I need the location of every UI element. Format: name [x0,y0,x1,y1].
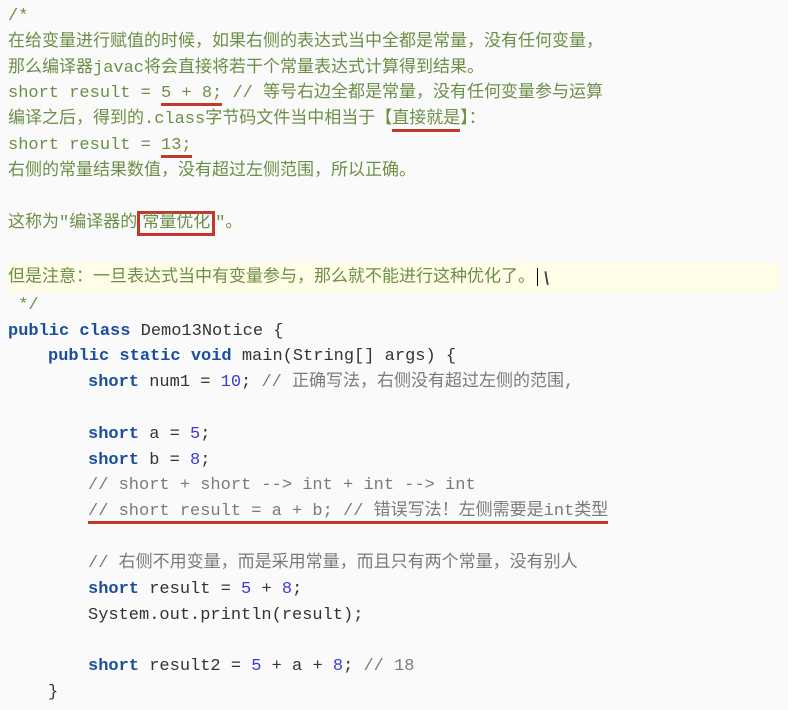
comment-line: 这称为"编译器的常量优化"。 [8,211,780,237]
comment-const-only: // 右侧不用变量，而是采用常量，而且只有两个常量，没有别人 [8,551,780,577]
result2-decl: short result2 = 5 + a + 8; // 18 [8,654,780,680]
underline-error-line: // short result = a + b; // 错误写法！左侧需要是in… [88,502,608,524]
blank-line [8,525,780,551]
mouse-cursor-icon: I [541,264,552,295]
blank-line [8,396,780,422]
comment-error: // short result = a + b; // 错误写法！左侧需要是in… [8,499,780,525]
underline-expr: 5 + 8; [161,84,222,106]
box-constant-opt: 常量优化 [137,211,215,236]
comment-close: */ [8,293,780,319]
close-brace: } [8,680,780,706]
comment-open: /* [8,4,780,30]
comment-line: short result = 5 + 8; // 等号右边全都是常量，没有任何变… [8,81,780,107]
comment-cast: // short + short --> int + int --> int [8,473,780,499]
b-decl: short b = 8; [8,448,780,474]
println: System.out.println(result); [8,603,780,629]
comment-highlight-line[interactable]: 但是注意：一旦表达式当中有变量参与，那么就不能进行这种优化了。I [8,262,780,292]
blank-line [8,185,780,211]
comment-line: 那么编译器javac将会直接将若干个常量表达式计算得到结果。 [8,56,780,82]
text-cursor [537,268,538,286]
result-decl: short result = 5 + 8; [8,577,780,603]
comment-line: 编译之后，得到的.class字节码文件当中相当于【直接就是】： [8,107,780,133]
comment-line: 右侧的常量结果数值，没有超过左侧范围，所以正确。 [8,159,780,185]
class-decl: public class Demo13Notice { [8,319,780,345]
comment-line: short result = 13; [8,133,780,159]
a-decl: short a = 5; [8,422,780,448]
num1-decl: short num1 = 10; // 正确写法，右侧没有超过左侧的范围, [8,370,780,396]
underline-direct: 直接就是 [392,110,460,132]
blank-line [8,236,780,262]
blank-line [8,628,780,654]
comment-line: 在给变量进行赋值的时候，如果右侧的表达式当中全都是常量，没有任何变量， [8,30,780,56]
underline-13: 13; [161,136,192,158]
main-decl: public static void main(String[] args) { [8,344,780,370]
